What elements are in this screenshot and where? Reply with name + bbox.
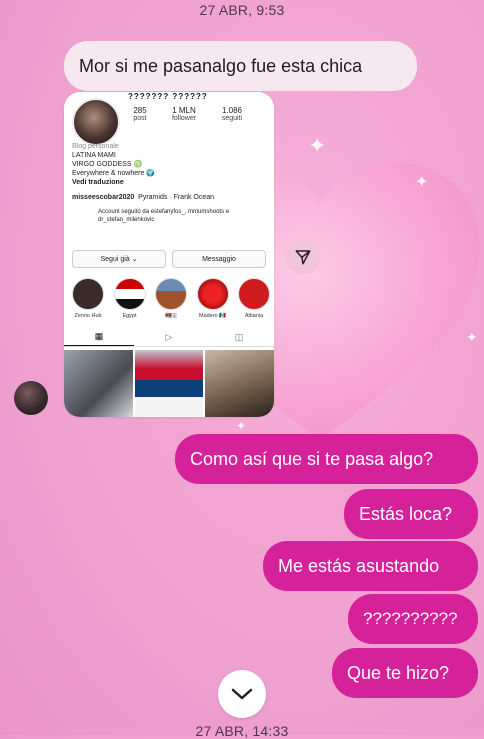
- bio-translate: Vedi traduzione: [72, 179, 124, 186]
- profile-tabs: ▦ ▷ ◫: [64, 328, 274, 347]
- highlight-item[interactable]: Madero 🇲🇽: [193, 278, 233, 320]
- grid-icon[interactable]: ▦: [64, 328, 134, 346]
- message-timestamp: 27 ABR, 14:33: [195, 723, 289, 739]
- profile-avatar: [72, 98, 120, 146]
- bio-category: Blog personale: [72, 143, 119, 150]
- highlight-item[interactable]: Egypt: [110, 278, 150, 320]
- story-highlights: Zenno Hub Egypt 🇸🇷🇸 Madero 🇲🇽 Albania: [68, 278, 274, 320]
- post-thumbnail[interactable]: [134, 350, 204, 417]
- sent-message[interactable]: Que te hizo?: [332, 648, 478, 698]
- bio-line: VIRGO GODDESS ♍: [72, 161, 143, 168]
- post-thumbnail[interactable]: [64, 350, 133, 417]
- sparkle-icon: ✦: [236, 419, 247, 433]
- sent-message[interactable]: Como así que si te pasa algo?: [175, 434, 478, 484]
- sparkle-icon: ✦: [466, 329, 478, 345]
- sparkle-icon: ✦: [308, 133, 327, 158]
- sender-avatar[interactable]: [14, 381, 48, 415]
- send-icon[interactable]: [285, 239, 321, 275]
- message-button[interactable]: Messaggio: [172, 250, 266, 268]
- bio-link: misseescobar2020: [72, 194, 135, 201]
- follow-button[interactable]: Segui già ⌄: [72, 250, 166, 268]
- stat-posts: 285 post: [133, 106, 147, 122]
- received-message[interactable]: Mor si me pasanalgo fue esta chica: [64, 41, 417, 91]
- scroll-down-button[interactable]: [218, 670, 266, 718]
- highlight-item[interactable]: 🇸🇷🇸: [151, 278, 191, 320]
- stat-following: 1.086 seguiti: [221, 106, 243, 122]
- profile-username: ??????? ??????: [128, 92, 208, 101]
- profile-bio: Blog personale LATINA MAMI VIRGO GODDESS…: [72, 142, 267, 224]
- sent-message[interactable]: Estás loca?: [344, 489, 478, 539]
- highlight-item[interactable]: Albania: [234, 278, 274, 320]
- sparkle-icon: ✦: [415, 174, 429, 191]
- bio-line: LATINA MAMI: [72, 152, 116, 159]
- reels-icon[interactable]: ▷: [134, 328, 204, 346]
- bio-music: Pyramids · Frank Ocean: [138, 194, 215, 201]
- followed-by: Account seguito da estefanyfos_, mmumsho…: [98, 209, 230, 223]
- bio-line: Everywhere & nowhere 🌍: [72, 170, 156, 177]
- post-grid: [64, 350, 274, 417]
- tagged-icon[interactable]: ◫: [204, 328, 274, 346]
- shared-profile-card[interactable]: ??????? ?????? 285 post 1 MLN follower 1.0…: [64, 92, 274, 417]
- sent-message[interactable]: ??????????: [348, 594, 478, 644]
- message-timestamp: 27 ABR, 9:53: [199, 2, 285, 18]
- chevron-down-icon: [231, 688, 253, 700]
- stat-followers: 1 MLN follower: [171, 106, 197, 122]
- highlight-item[interactable]: Zenno Hub: [68, 278, 108, 320]
- post-thumbnail[interactable]: [205, 350, 274, 417]
- sent-message[interactable]: Me estás asustando: [263, 541, 478, 591]
